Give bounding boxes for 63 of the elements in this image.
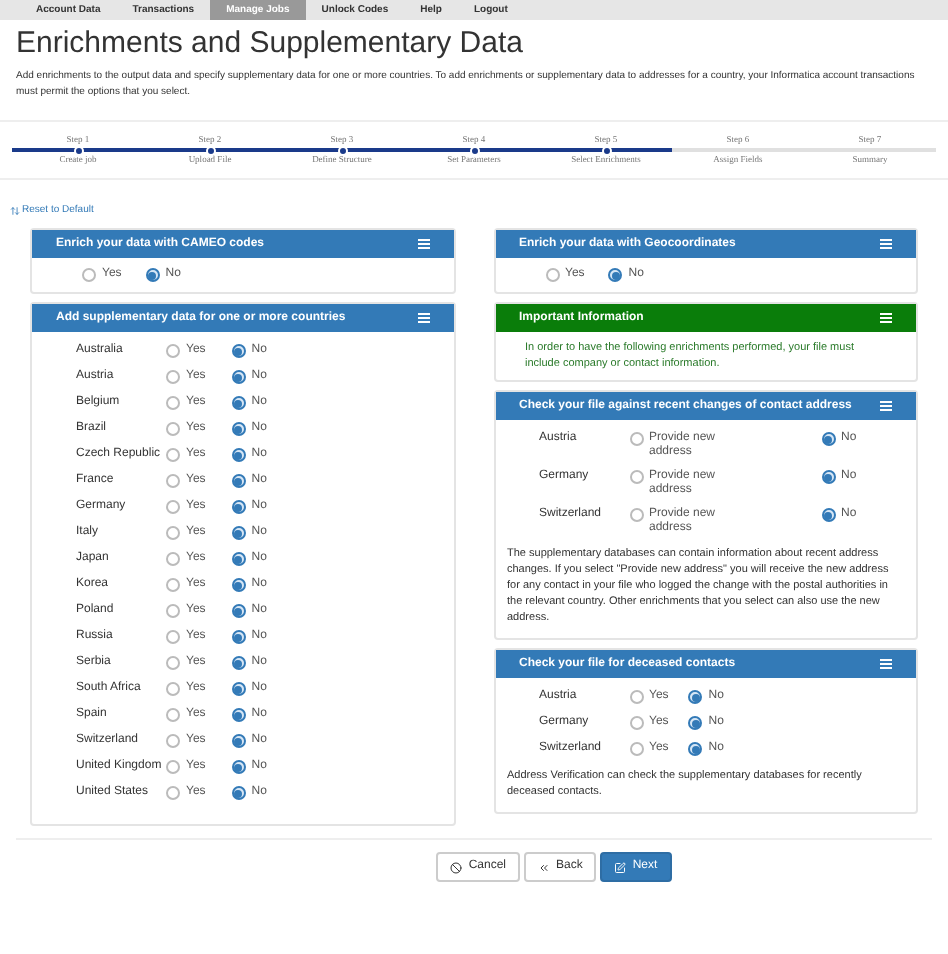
menu-icon[interactable]: [417, 312, 429, 324]
radio-button[interactable]: [629, 508, 643, 522]
menu-icon[interactable]: [417, 238, 429, 250]
radio-button[interactable]: [166, 734, 180, 748]
radio-button[interactable]: [166, 604, 180, 618]
radio-button[interactable]: [629, 432, 643, 446]
radio-button[interactable]: [82, 268, 96, 282]
radio-button[interactable]: [166, 474, 180, 488]
radio-button[interactable]: [166, 682, 180, 696]
radio-button[interactable]: [166, 344, 180, 358]
ban-icon: [450, 861, 463, 873]
radio-button[interactable]: [166, 760, 180, 774]
page-title: Enrichments and Supplementary Data: [14, 26, 525, 62]
sort-icon: [10, 205, 20, 215]
radio-button[interactable]: [821, 508, 835, 522]
radio-button[interactable]: [629, 742, 643, 756]
radio-button[interactable]: [629, 716, 643, 730]
radio-button[interactable]: [166, 422, 180, 436]
radio-button[interactable]: [166, 578, 180, 592]
radio-button[interactable]: [231, 786, 246, 800]
radio-button[interactable]: [231, 682, 246, 696]
radio-button[interactable]: [166, 370, 180, 384]
radio-button[interactable]: [231, 656, 246, 670]
radio-button[interactable]: [231, 396, 246, 410]
radio-button[interactable]: [688, 690, 703, 704]
radio-button[interactable]: [166, 630, 180, 644]
radio-button[interactable]: [166, 396, 180, 410]
radio-button[interactable]: [231, 604, 246, 618]
radio-button[interactable]: [231, 474, 246, 488]
radio-button[interactable]: [629, 470, 643, 484]
double-chevron-left-icon: [538, 861, 550, 873]
radio-button[interactable]: [231, 344, 246, 358]
radio-button[interactable]: [166, 448, 180, 462]
radio-button[interactable]: [688, 716, 703, 730]
radio-button[interactable]: [231, 578, 246, 592]
radio-button[interactable]: [145, 268, 160, 282]
radio-button[interactable]: [166, 656, 180, 670]
radio-button[interactable]: [231, 552, 246, 566]
radio-button[interactable]: [821, 432, 835, 446]
radio-button[interactable]: [231, 500, 246, 514]
radio-button[interactable]: [821, 470, 835, 484]
radio-button[interactable]: [231, 708, 246, 722]
radio-button[interactable]: [608, 268, 623, 282]
radio-button[interactable]: [231, 760, 246, 774]
menu-icon[interactable]: [880, 658, 892, 670]
radio-button[interactable]: [166, 786, 180, 800]
radio-button[interactable]: [166, 526, 180, 540]
menu-icon[interactable]: [880, 400, 892, 412]
edit-icon: [614, 861, 627, 873]
radio-button[interactable]: [166, 708, 180, 722]
menu-icon[interactable]: [880, 238, 892, 250]
radio-button[interactable]: [166, 552, 180, 566]
radio-button[interactable]: [231, 448, 246, 462]
radio-button[interactable]: [688, 742, 703, 756]
radio-button[interactable]: [231, 734, 246, 748]
radio-button[interactable]: [166, 500, 180, 514]
radio-button[interactable]: [231, 526, 246, 540]
menu-icon[interactable]: [880, 312, 892, 324]
radio-button[interactable]: [231, 422, 246, 436]
radio-button[interactable]: [629, 690, 643, 704]
radio-button[interactable]: [231, 630, 246, 644]
radio-button[interactable]: [231, 370, 246, 384]
radio-button[interactable]: [545, 268, 559, 282]
